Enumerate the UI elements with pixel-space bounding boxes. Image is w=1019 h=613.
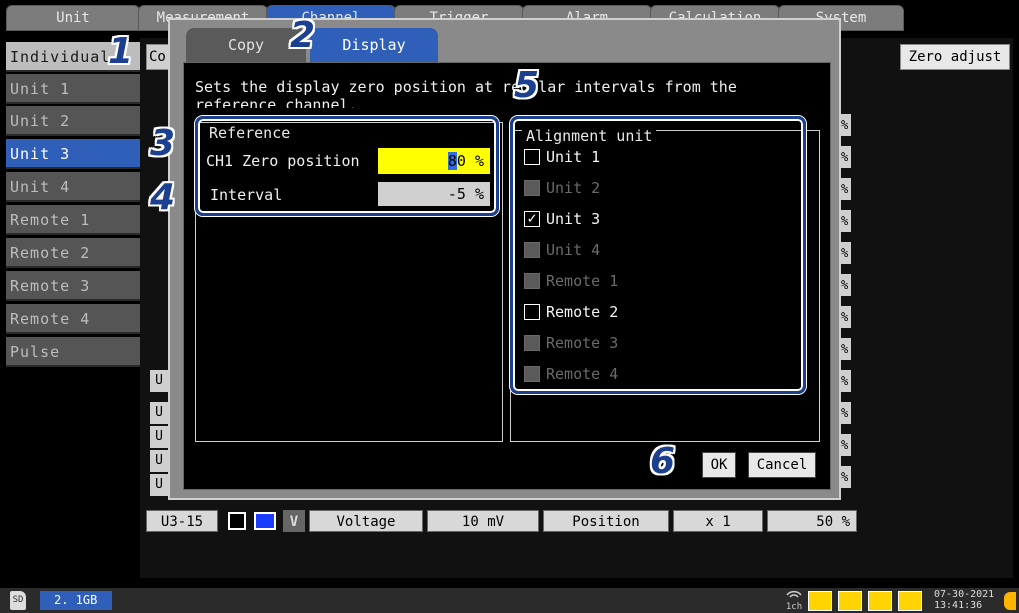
row-suffix: % (841, 306, 851, 328)
callout-5: 5 (514, 65, 540, 106)
row-suffix: % (841, 434, 851, 456)
row-suffix: % (841, 402, 851, 424)
multiplier-value[interactable]: x 1 (673, 510, 763, 532)
power-icon-4 (898, 591, 922, 611)
sidebar-item-pulse[interactable]: Pulse (6, 337, 140, 367)
ok-button[interactable]: OK (702, 452, 736, 478)
power-icon-1 (808, 591, 832, 611)
sidebar-item-remote-2[interactable]: Remote 2 (6, 238, 140, 268)
sidebar-item-remote-3[interactable]: Remote 3 (6, 271, 140, 301)
row-prefix: U (150, 426, 168, 448)
sidebar-item-unit-3[interactable]: Unit 3 (6, 139, 140, 169)
row-suffix: % (841, 178, 851, 200)
callout-4: 4 (150, 177, 176, 218)
callout-3: 3 (150, 123, 176, 164)
cancel-button[interactable]: Cancel (748, 452, 816, 478)
battery-icon (1004, 592, 1016, 610)
sd-card-icon: SD (10, 591, 26, 610)
waveform-off-swatch[interactable] (228, 512, 246, 530)
sidebar: Individual Unit 1 Unit 2 Unit 3 Unit 4 R… (0, 38, 140, 588)
callout-6: 6 (650, 441, 676, 482)
row-suffix: % (841, 114, 851, 136)
row-suffix: % (841, 146, 851, 168)
input-type[interactable]: Voltage (309, 510, 423, 532)
alignment-highlight-frame (510, 116, 806, 394)
row-suffix: % (841, 370, 851, 392)
tab-copy[interactable]: Copy (186, 28, 306, 62)
power-icon-2 (838, 591, 862, 611)
row-prefix: U (150, 402, 168, 424)
waveform-color-swatch[interactable] (254, 512, 276, 530)
position-label: Position (543, 510, 669, 532)
sidebar-item-unit-4[interactable]: Unit 4 (6, 172, 140, 202)
channel-id: U3-15 (146, 510, 218, 532)
date-display: 07-30-2021 (934, 589, 995, 600)
status-bar: SD 2. 1GB 1ch 07-30-2021 13:41:36 (0, 588, 1019, 613)
row-suffix: % (841, 274, 851, 296)
storage-remaining: 2. 1GB (40, 591, 112, 610)
row-suffix: % (841, 466, 851, 488)
wifi-label: 1ch (785, 602, 803, 612)
sidebar-item-unit-2[interactable]: Unit 2 (6, 106, 140, 136)
reference-highlight-frame (195, 116, 499, 216)
sidebar-item-remote-1[interactable]: Remote 1 (6, 205, 140, 235)
row-prefix: U (150, 474, 168, 496)
tab-display[interactable]: Display (310, 28, 438, 62)
row-prefix: U (150, 370, 168, 392)
row-prefix: U (150, 450, 168, 472)
wifi-icon: 1ch (783, 589, 805, 612)
range-value[interactable]: 10 mV (427, 510, 539, 532)
description-line-2: reference channel. (195, 96, 358, 108)
row-suffix: % (841, 210, 851, 232)
row-suffix: % (841, 242, 851, 264)
callout-2: 2 (290, 15, 316, 56)
callout-1: 1 (108, 31, 134, 72)
tab-unit[interactable]: Unit (6, 5, 140, 31)
sidebar-item-unit-1[interactable]: Unit 1 (6, 74, 140, 104)
zero-adjust-button[interactable]: Zero adjust (900, 44, 1010, 70)
mode-letter: V (283, 510, 305, 532)
position-percent[interactable]: 50 % (767, 510, 857, 532)
row-suffix: % (841, 338, 851, 360)
sidebar-item-remote-4[interactable]: Remote 4 (6, 304, 140, 334)
time-display: 13:41:36 (934, 600, 983, 611)
row-suffix-column: % % % % % % % % % % % % (841, 108, 851, 508)
row-prefix-column: U U U U U (150, 108, 168, 508)
power-icon-3 (868, 591, 892, 611)
